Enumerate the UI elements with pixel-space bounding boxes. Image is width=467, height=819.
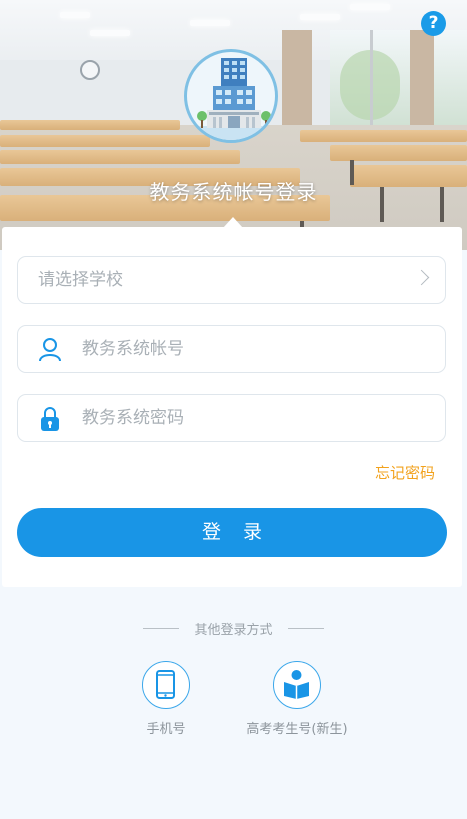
ceiling-light <box>60 12 90 18</box>
login-button[interactable]: 登录 <box>17 508 447 557</box>
phone-login-button[interactable] <box>142 661 190 709</box>
other-login-title: 其他登录方式 <box>194 623 273 638</box>
school-building-icon <box>184 49 278 143</box>
curtain <box>282 30 312 140</box>
desk <box>300 130 467 142</box>
book-reader-icon <box>284 670 309 699</box>
exam-number-login-label: 高考考生号(新生) <box>246 722 348 737</box>
account-placeholder: 教务系统帐号 <box>82 339 184 359</box>
chevron-right-icon <box>413 269 430 286</box>
ceiling-light <box>300 14 340 20</box>
desk <box>0 135 210 147</box>
lock-icon <box>38 406 62 432</box>
curtain <box>410 30 434 140</box>
page-title: 教务系统帐号登录 <box>149 180 318 204</box>
desk <box>0 150 240 164</box>
exam-number-login-button[interactable] <box>273 661 321 709</box>
school-select[interactable]: 请选择学校 <box>17 256 446 304</box>
phone-icon <box>156 670 175 699</box>
classroom-window <box>330 30 467 130</box>
account-input[interactable]: 教务系统帐号 <box>17 325 446 373</box>
password-placeholder: 教务系统密码 <box>82 408 184 428</box>
user-icon <box>38 337 62 363</box>
forgot-password-link[interactable]: 忘记密码 <box>375 462 435 483</box>
phone-login-label: 手机号 <box>146 722 186 737</box>
help-button[interactable]: ? <box>421 11 446 36</box>
ceiling-light <box>190 20 230 26</box>
ceiling-light <box>350 4 390 10</box>
password-input[interactable]: 教务系统密码 <box>17 394 446 442</box>
ceiling-light <box>90 30 130 36</box>
wall-clock <box>80 60 100 80</box>
desk <box>0 120 180 130</box>
desk <box>330 145 467 161</box>
school-select-placeholder: 请选择学校 <box>38 270 123 290</box>
window-frame <box>370 30 373 130</box>
